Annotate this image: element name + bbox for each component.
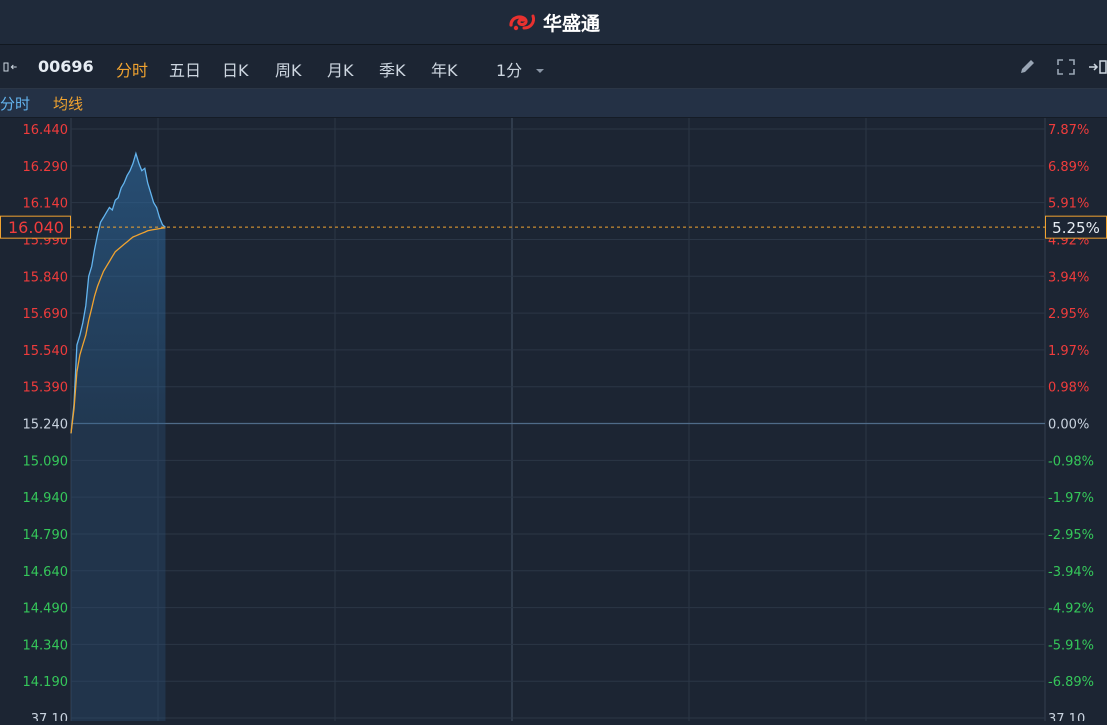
brand-swirl-icon xyxy=(509,14,535,31)
interval-label: 1分 xyxy=(496,61,523,80)
pct-tick-label: 1.97% xyxy=(1048,344,1089,359)
intraday-chart[interactable]: 16.440 7.87% 16.290 6.89% 16.140 5.91% 15.990 4… xyxy=(0,118,1107,725)
price-area-fill-lower xyxy=(71,423,166,721)
chevron-down-icon xyxy=(536,69,545,73)
tab-daily-k[interactable]: 日K xyxy=(222,57,249,81)
pct-tick-label: -1.97% xyxy=(1048,491,1094,506)
app-header: 华盛通 xyxy=(0,0,1107,45)
pct-tick-label: 5.91% xyxy=(1048,197,1089,212)
y-tick-label: 37.10 xyxy=(31,712,68,721)
pct-tick-label: -0.98% xyxy=(1048,454,1094,469)
y-tick-label: 14.640 xyxy=(23,565,69,580)
pct-tick-label: -5.91% xyxy=(1048,638,1094,653)
y-tick-label: 14.790 xyxy=(23,528,69,543)
series-legend: 分时 均线 xyxy=(0,89,1107,118)
y-tick-label: 14.340 xyxy=(23,638,69,653)
tab-monthly-k[interactable]: 月K xyxy=(327,57,354,81)
y-tick-label: 14.940 xyxy=(23,491,69,506)
y-tick-label: 16.140 xyxy=(23,197,69,212)
pct-tick-label: -3.94% xyxy=(1048,565,1094,580)
pct-tick-label: 7.87% xyxy=(1048,123,1089,138)
pct-tick-label: -6.89% xyxy=(1048,675,1094,690)
y-tick-label: 15.840 xyxy=(23,270,69,285)
y-tick-label: 14.190 xyxy=(23,675,69,690)
pct-tick-label: 3.94% xyxy=(1048,270,1089,285)
legend-price-line: 分时 xyxy=(0,95,31,113)
tab-intraday[interactable]: 分时 xyxy=(116,57,148,81)
y-tick-label: 15.090 xyxy=(23,454,69,469)
y-tick-label: 15.390 xyxy=(23,381,69,396)
tab-quarterly-k[interactable]: 季K xyxy=(379,57,406,81)
y-tick-label: 15.690 xyxy=(23,307,69,322)
brand-name: 华盛通 xyxy=(542,12,600,35)
chart-toolbar: 00696 分时 五日 日K 周K 月K 季K 年K 1分 xyxy=(0,46,1107,89)
sidebar-toggle-icon[interactable] xyxy=(2,58,22,76)
pct-tick-label: 37.10 xyxy=(1048,712,1085,721)
y-tick-label: 15.240 xyxy=(23,418,69,433)
stock-code[interactable]: 00696 xyxy=(38,57,94,76)
y-tick-label: 14.490 xyxy=(23,602,69,617)
tab-five-day[interactable]: 五日 xyxy=(169,57,201,81)
legend-average-line: 均线 xyxy=(53,95,84,113)
intraday-chart-svg: 16.440 7.87%16.290 6.89%16.140 5.91%15.990 4… xyxy=(0,118,1107,725)
interval-dropdown[interactable]: 1分 xyxy=(496,57,547,81)
current-price-tag: 16.040 xyxy=(8,218,64,237)
fullscreen-icon[interactable] xyxy=(1056,58,1076,76)
panel-toggle-icon[interactable] xyxy=(1087,58,1107,76)
tab-weekly-k[interactable]: 周K xyxy=(275,57,302,81)
pct-tick-label: -2.95% xyxy=(1048,528,1094,543)
pencil-icon[interactable] xyxy=(1018,58,1038,76)
pct-tick-label: 2.95% xyxy=(1048,307,1089,322)
current-pct-tag: 5.25% xyxy=(1052,219,1100,237)
brand-logo: 华盛通 xyxy=(507,9,600,36)
pct-tick-label: 6.89% xyxy=(1048,160,1089,175)
tab-yearly-k[interactable]: 年K xyxy=(431,57,458,81)
pct-tick-label: -4.92% xyxy=(1048,602,1094,617)
y-tick-label: 16.290 xyxy=(23,160,69,175)
pct-tick-label: 0.00% xyxy=(1048,418,1089,433)
y-tick-label: 15.540 xyxy=(23,344,69,359)
pct-tick-label: 0.98% xyxy=(1048,381,1089,396)
y-tick-label: 16.440 xyxy=(23,123,69,138)
